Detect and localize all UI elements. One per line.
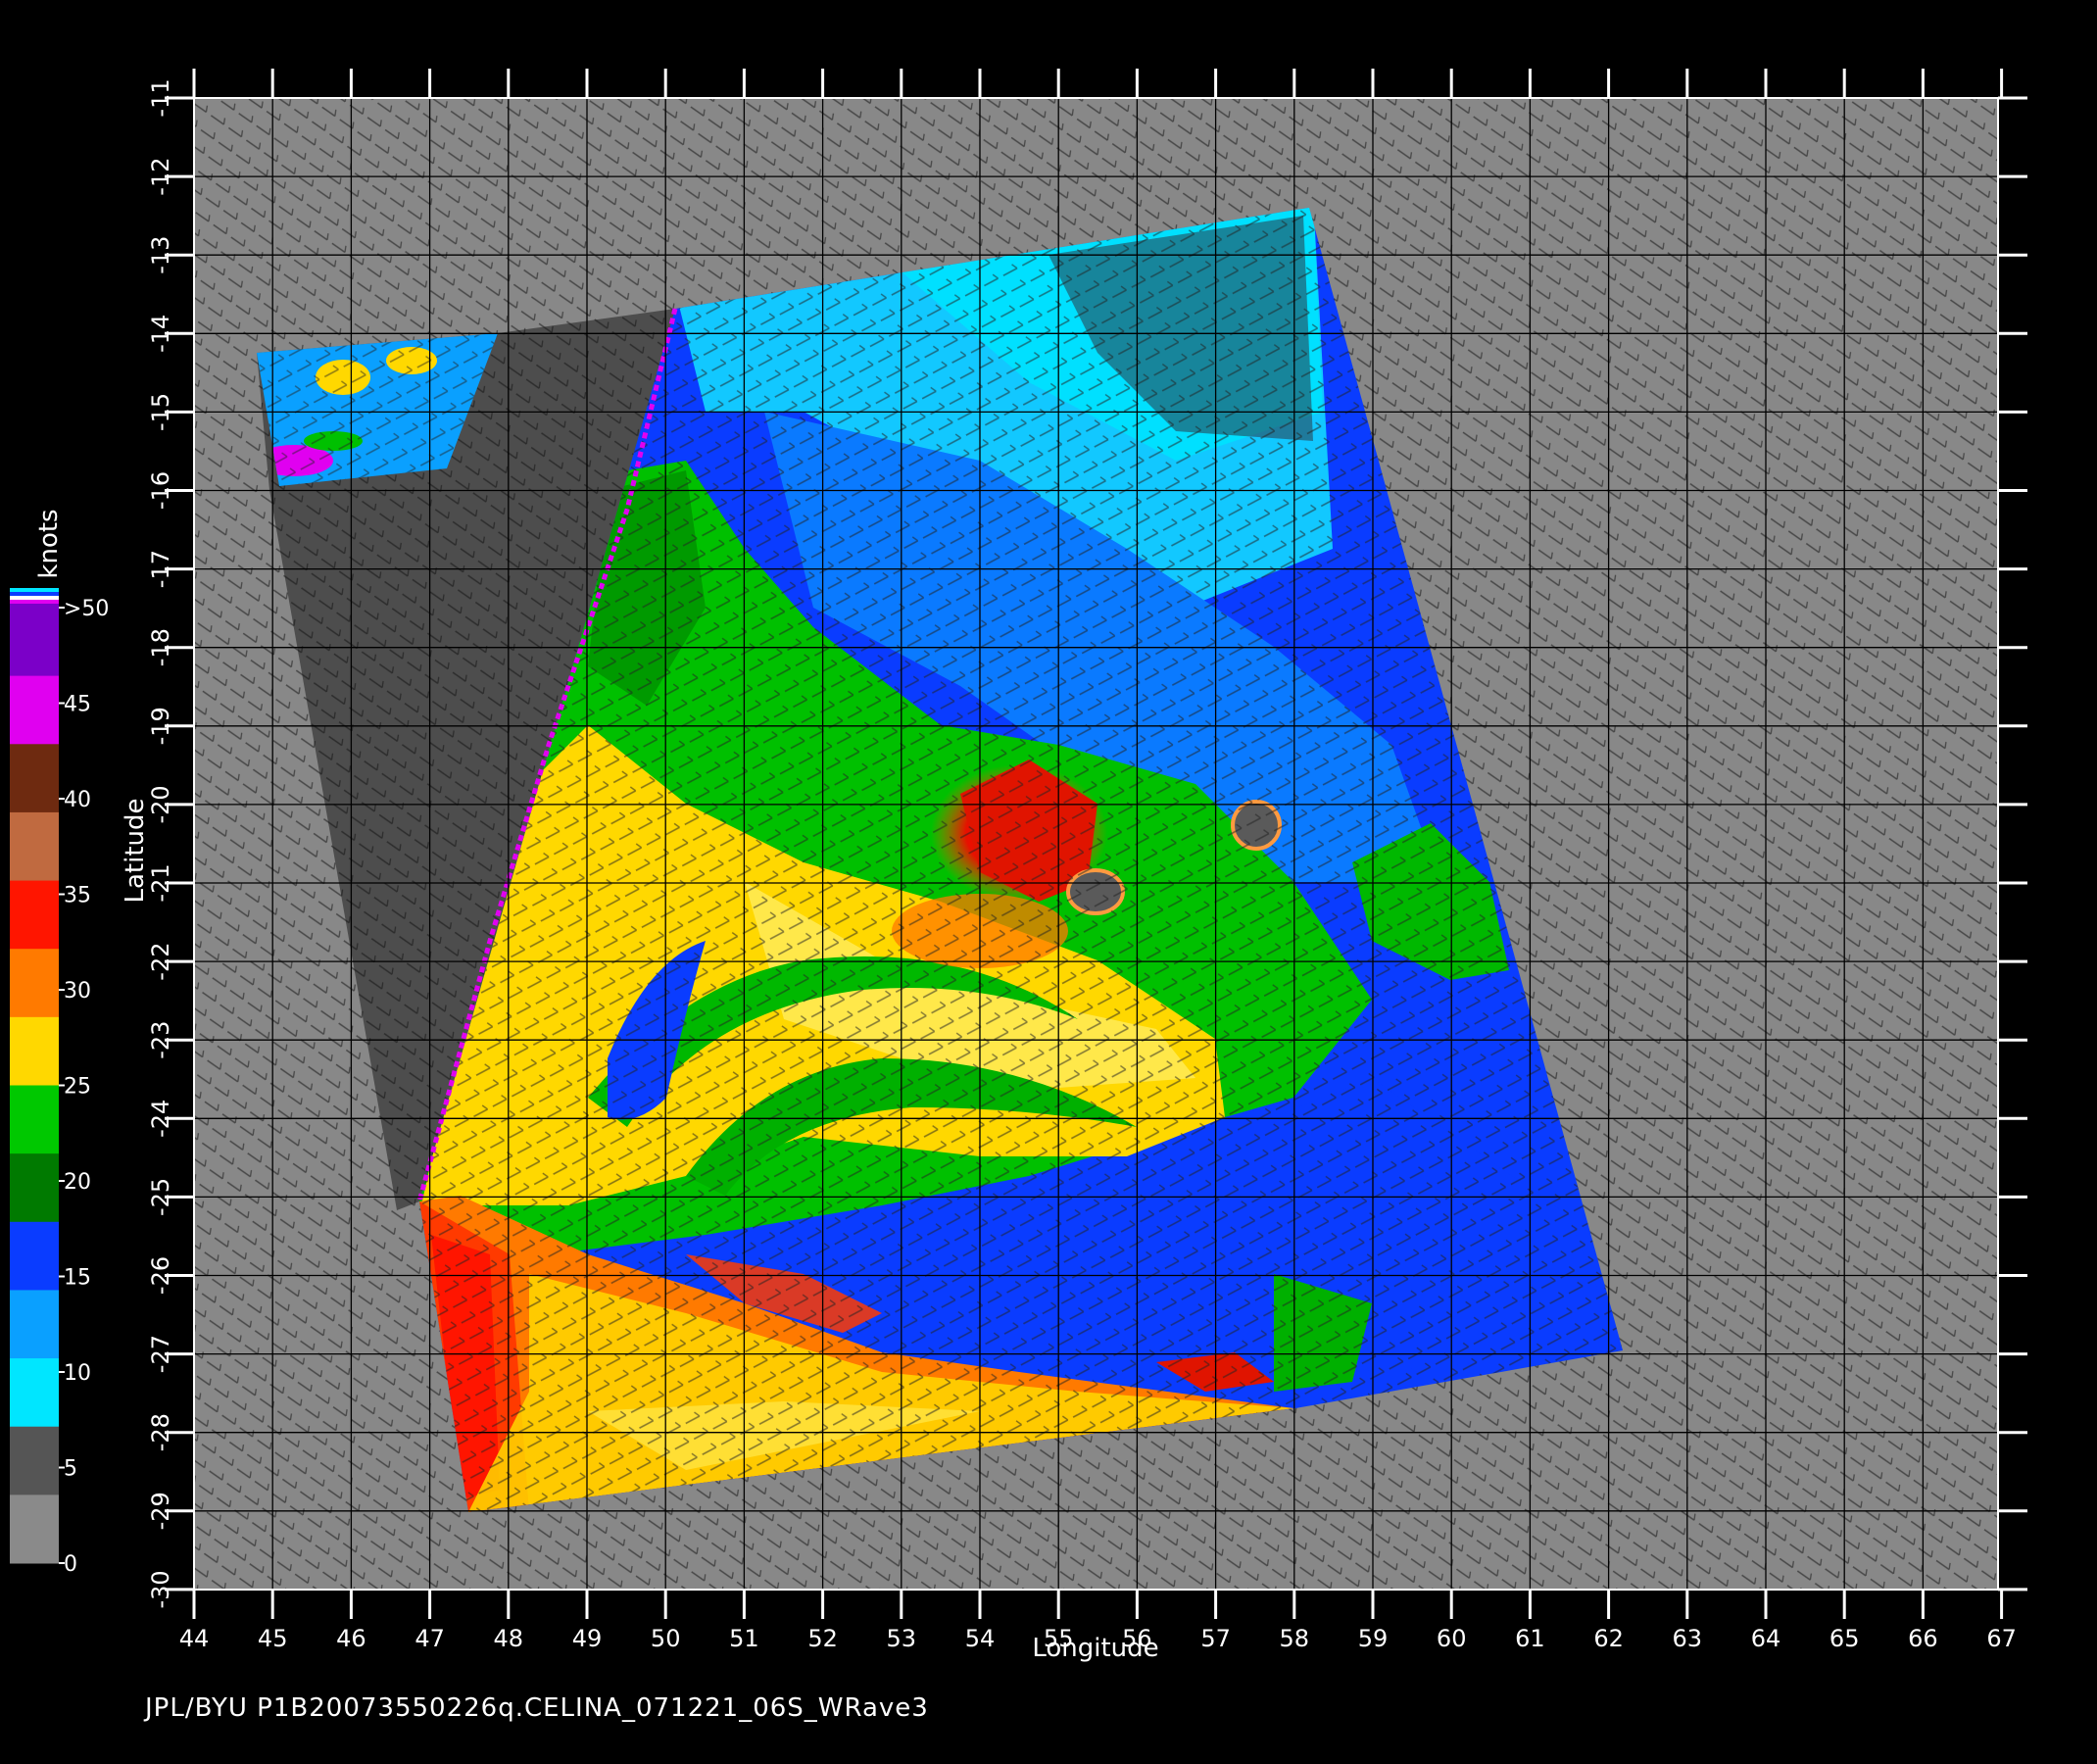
- lon-tick-label: 53: [887, 1625, 917, 1652]
- lon-tick-label: 47: [415, 1625, 445, 1652]
- colorbar-label: 5: [64, 1457, 77, 1482]
- lat-tick-label: -16: [147, 471, 174, 510]
- lat-tick-label: -26: [147, 1256, 174, 1295]
- wind-map-figure: 44 45 46 47 48 49 50 51 52 53 54 55 56 57 58 59 60 61 62 63…: [0, 0, 2097, 1764]
- colorbar-band: [10, 675, 59, 745]
- wind-speed-map: 44 45 46 47 48 49 50 51 52 53 54 55 56 57 58 59 60 61 62 63…: [10, 69, 2027, 1663]
- colorbar-band: [10, 608, 59, 677]
- colorbar-accent: [10, 596, 59, 600]
- lat-tick-label: -21: [147, 863, 174, 902]
- lat-tick-label: -13: [147, 236, 174, 274]
- lon-tick-label: 60: [1437, 1625, 1467, 1652]
- colorbar-band: [10, 1153, 59, 1223]
- lon-tick-label: 59: [1358, 1625, 1389, 1652]
- lon-tick-label: 64: [1751, 1625, 1781, 1652]
- colorbar-band: [10, 949, 59, 1018]
- colorbar-band: [10, 1358, 59, 1428]
- lon-tick-label: 45: [258, 1625, 288, 1652]
- colorbar-label: 30: [64, 979, 91, 1004]
- colorbar-accent: [10, 588, 59, 592]
- lat-tick-label: -29: [147, 1492, 174, 1530]
- colorbar-band: [10, 1221, 59, 1291]
- colorbar-label: 15: [64, 1266, 91, 1291]
- lat-tick-label: -25: [147, 1178, 174, 1216]
- colorbar-label: >50: [64, 597, 109, 621]
- colorbar-accent: [10, 600, 59, 604]
- y-axis-title: Latitude: [121, 798, 150, 903]
- colorbar: >50 45 40 35 30 25 20 15 10 5 0: [10, 588, 109, 1577]
- lat-tick-label: -22: [147, 942, 174, 980]
- lat-tick-label: -17: [147, 550, 174, 588]
- lon-tick-label: 48: [494, 1625, 524, 1652]
- lon-tick-label: 49: [572, 1625, 603, 1652]
- lon-tick-label: 58: [1280, 1625, 1310, 1652]
- lat-tick-label: -23: [147, 1021, 174, 1059]
- colorbar-band: [10, 1085, 59, 1154]
- lon-tick-label: 50: [651, 1625, 681, 1652]
- colorbar-label: 10: [64, 1361, 91, 1386]
- lat-tick-label: -30: [147, 1570, 174, 1608]
- lat-tick-label: -12: [147, 157, 174, 195]
- colorbar-label: 40: [64, 788, 91, 812]
- colorbar-label: 20: [64, 1170, 91, 1195]
- lat-tick-label: -11: [147, 78, 174, 117]
- colorbar-band: [10, 1016, 59, 1086]
- colorbar-band: [10, 1426, 59, 1495]
- colorbar-band: [10, 744, 59, 813]
- lon-tick-label: 51: [729, 1625, 759, 1652]
- lat-tick-label: -27: [147, 1335, 174, 1373]
- colorbar-band: [10, 811, 59, 882]
- lat-tick-label: -14: [147, 315, 174, 353]
- lat-tick-label: -24: [147, 1100, 174, 1138]
- colorbar-label: 25: [64, 1075, 91, 1100]
- lon-tick-label: 46: [336, 1625, 366, 1652]
- lon-tick-label: 63: [1673, 1625, 1703, 1652]
- lat-tick-label: -28: [147, 1413, 174, 1451]
- colorbar-unit: knots: [34, 509, 64, 578]
- colorbar-label: 45: [64, 693, 91, 717]
- colorbar-band: [10, 1494, 59, 1564]
- lon-tick-label: 54: [965, 1625, 996, 1652]
- lon-tick-label: 52: [807, 1625, 838, 1652]
- lat-tick-label: -19: [147, 707, 174, 745]
- x-axis-title: Longitude: [1032, 1634, 1158, 1663]
- lat-tick-label: -18: [147, 628, 174, 666]
- lon-tick-label: 65: [1829, 1625, 1860, 1652]
- colorbar-label: 35: [64, 884, 91, 908]
- lon-tick-label: 67: [1986, 1625, 2017, 1652]
- lon-tick-label: 61: [1515, 1625, 1545, 1652]
- colorbar-accent: [10, 592, 59, 596]
- lat-tick-label: -15: [147, 393, 174, 431]
- colorbar-label: 0: [64, 1552, 77, 1577]
- lon-tick-label: 44: [179, 1625, 210, 1652]
- lat-tick-label: -20: [147, 785, 174, 823]
- lon-tick-label: 57: [1200, 1625, 1231, 1652]
- lon-tick-label: 66: [1908, 1625, 1938, 1652]
- lon-tick-label: 62: [1593, 1625, 1624, 1652]
- image-source-caption: JPL/BYU P1B20073550226q.CELINA_071221_06…: [145, 1693, 929, 1723]
- colorbar-accent: [10, 604, 59, 608]
- colorbar-band: [10, 1290, 59, 1359]
- colorbar-band: [10, 880, 59, 950]
